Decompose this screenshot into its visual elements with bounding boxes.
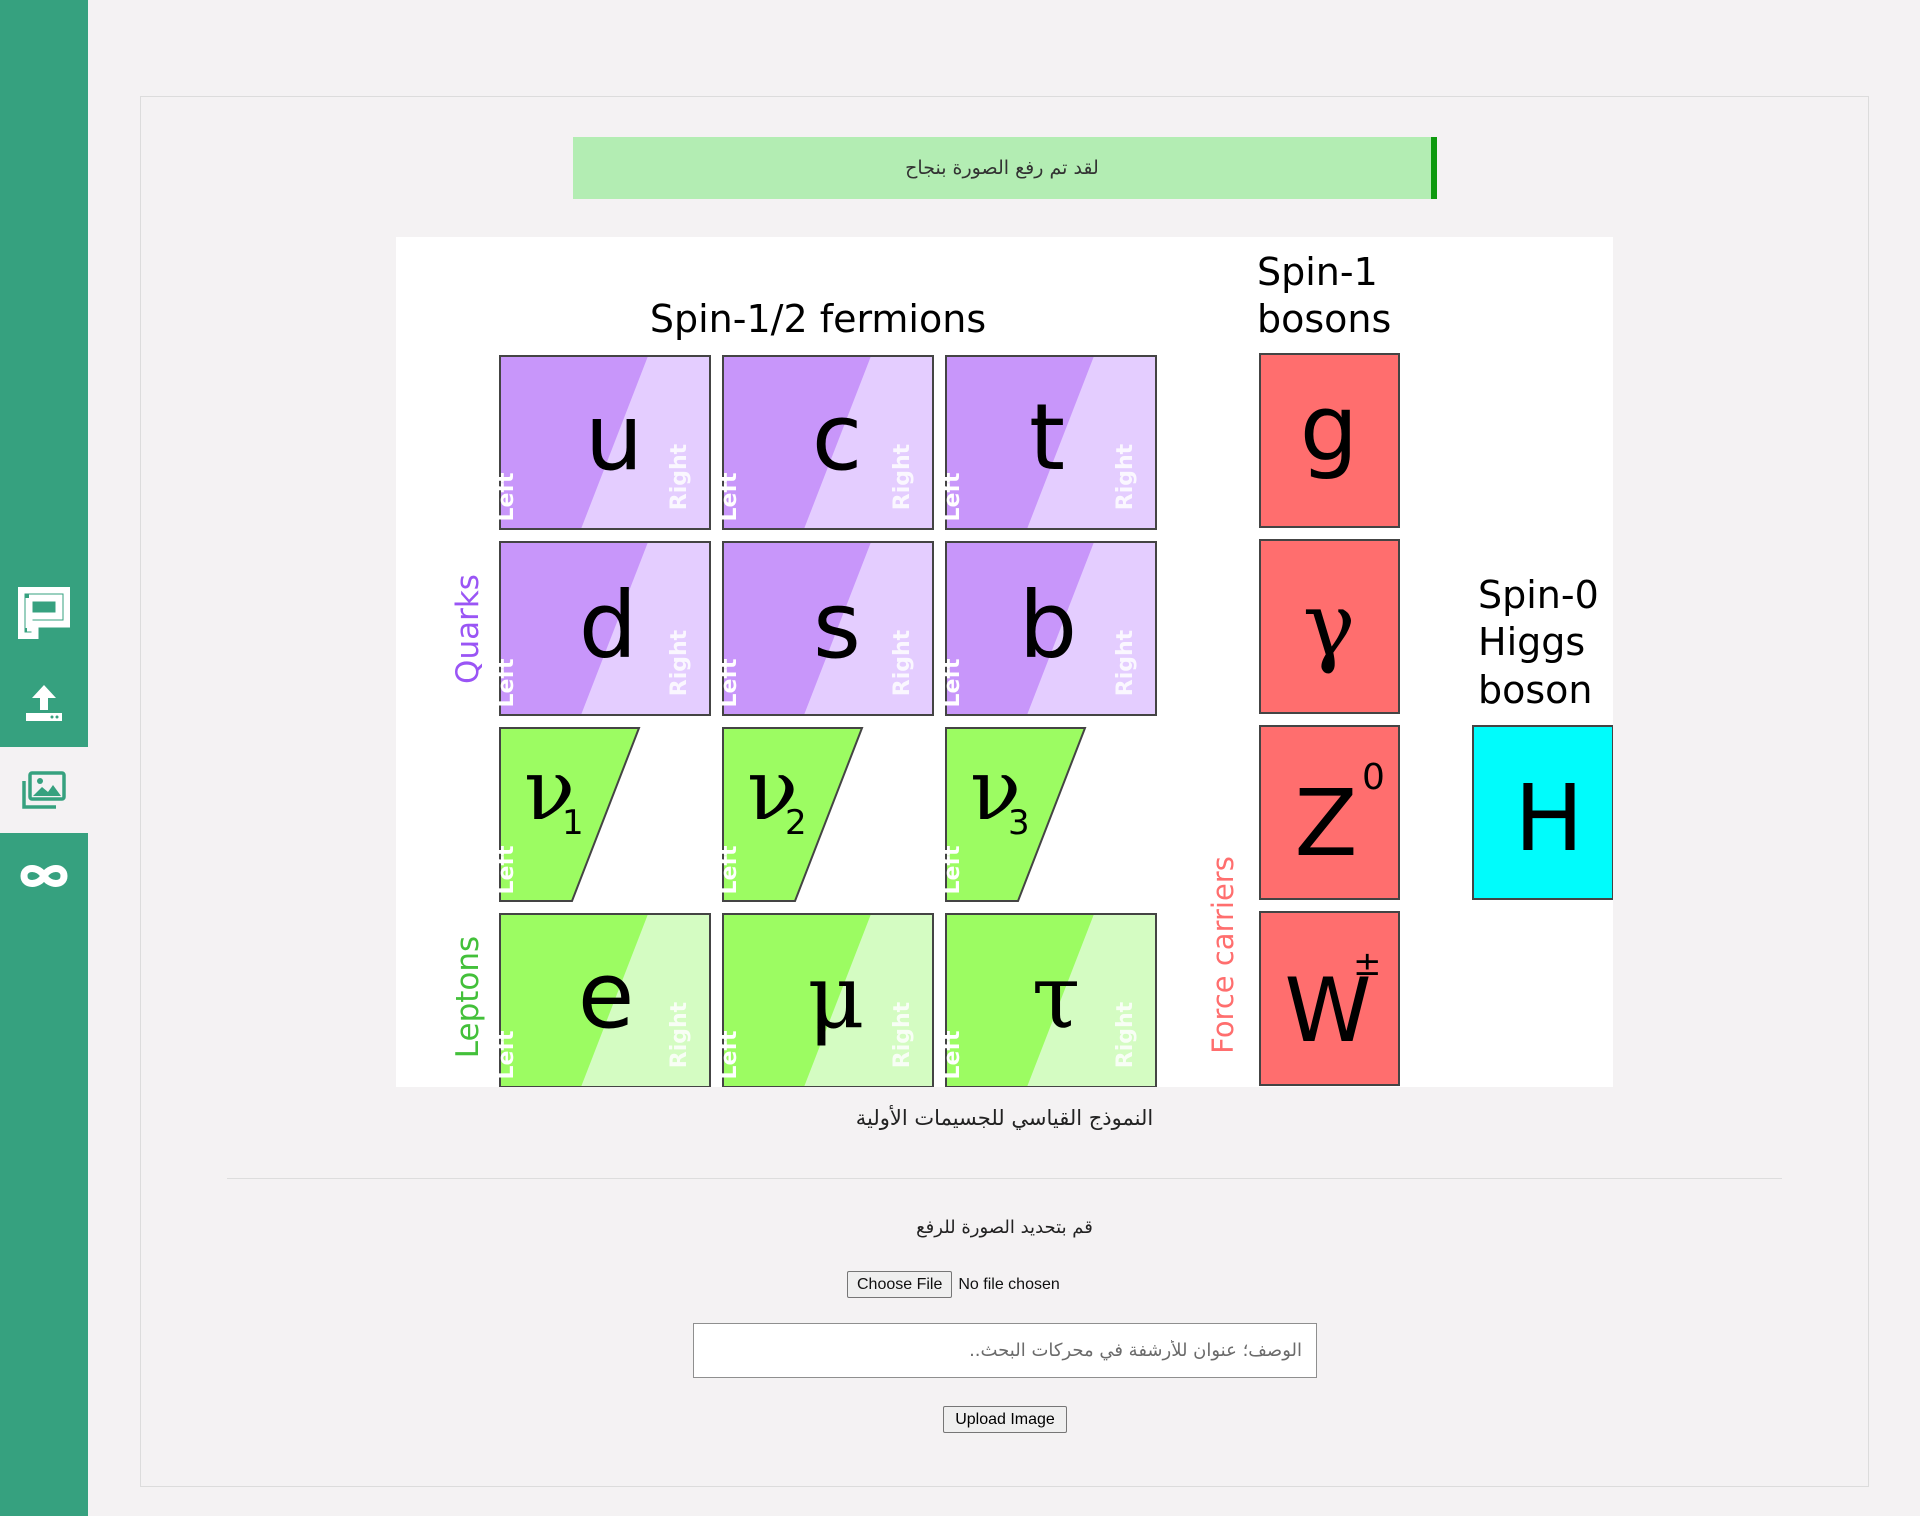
boson-z-superscript: 0: [1362, 757, 1385, 798]
right-label: Right: [890, 1001, 915, 1068]
lepton-mu-cell: Left Right μ: [717, 913, 934, 1087]
left-label: Left: [940, 658, 965, 708]
boson-z-cell: Z 0: [1259, 725, 1400, 900]
boson-w-cell: W ±: [1259, 911, 1400, 1086]
lepton-e-cell: Left Right e: [494, 913, 711, 1087]
success-alert: لقد تم رفع الصورة بنجاح: [573, 137, 1437, 199]
right-label: Right: [1113, 1001, 1138, 1068]
boson-gamma-symbol: γ: [1303, 573, 1356, 676]
boson-gamma-cell: γ: [1259, 539, 1400, 714]
quark-t-symbol: t: [1029, 384, 1065, 491]
neutrino-1-subscript: 1: [562, 803, 584, 843]
quark-u-cell: Left Right u: [494, 355, 711, 530]
neutrino-3-cell: Left ν 3: [940, 727, 1087, 902]
lepton-mu-symbol: μ: [807, 945, 864, 1048]
left-label: Left: [717, 845, 742, 895]
boson-g-cell: g: [1259, 353, 1400, 528]
right-label: Right: [667, 629, 692, 696]
leptons-label: Leptons: [450, 936, 486, 1058]
logo-icon[interactable]: [0, 570, 88, 656]
upload-image-button[interactable]: Upload Image: [943, 1406, 1067, 1433]
bosons-title-line1: Spin-1: [1257, 250, 1378, 294]
standard-model-image: Spin-1/2 fermions Spin-1 bosons Spin-0 H…: [396, 237, 1613, 1087]
left-label: Left: [494, 1030, 519, 1080]
left-label: Left: [717, 1030, 742, 1080]
alert-message: لقد تم رفع الصورة بنجاح: [905, 157, 1099, 179]
left-label: Left: [940, 472, 965, 522]
quark-s-symbol: s: [813, 572, 861, 679]
quark-d-cell: Left Right d: [494, 541, 711, 716]
lepton-tau-symbol: τ: [1032, 945, 1081, 1048]
lepton-e-symbol: e: [578, 942, 635, 1049]
upload-instruction: قم بتحديد الصورة للرفع: [916, 1217, 1093, 1238]
neutrino-2-cell: Left ν 2: [717, 727, 864, 902]
bosons-title-line2: bosons: [1257, 297, 1391, 341]
higgs-title-line2: Higgs: [1478, 620, 1585, 664]
boson-g-symbol: g: [1300, 375, 1358, 482]
neutrino-2-subscript: 2: [785, 803, 807, 843]
higgs-cell: H: [1472, 725, 1613, 900]
left-label: Left: [940, 845, 965, 895]
right-label: Right: [890, 629, 915, 696]
upload-icon[interactable]: [0, 660, 88, 746]
right-label: Right: [667, 1001, 692, 1068]
left-label: Left: [940, 1030, 965, 1080]
sidebar: [0, 0, 88, 1516]
quark-d-symbol: d: [579, 572, 637, 679]
neutrino-3-subscript: 3: [1008, 803, 1030, 843]
quark-s-cell: Left Right s: [717, 541, 934, 716]
boson-z-symbol: Z: [1294, 770, 1357, 877]
file-input[interactable]: Choose File No file chosen: [847, 1271, 1060, 1298]
right-label: Right: [890, 443, 915, 510]
left-label: Left: [717, 658, 742, 708]
left-label: Left: [494, 472, 519, 522]
higgs-symbol: H: [1514, 765, 1583, 872]
file-status: No file chosen: [958, 1275, 1060, 1293]
right-label: Right: [1113, 443, 1138, 510]
neutrino-1-cell: Left ν 1: [494, 727, 641, 902]
gallery-icon[interactable]: [0, 747, 88, 833]
infinity-icon[interactable]: [0, 833, 88, 919]
lepton-tau-cell: Left Right τ: [940, 913, 1157, 1087]
quark-b-symbol: b: [1019, 572, 1077, 679]
image-caption: النموذج القياسي للجسيمات الأولية: [855, 1106, 1154, 1130]
left-label: Left: [494, 658, 519, 708]
quark-c-cell: Left Right c: [717, 355, 934, 530]
divider: [227, 1178, 1782, 1179]
description-input[interactable]: [693, 1323, 1317, 1378]
quark-c-symbol: c: [812, 384, 863, 491]
right-label: Right: [667, 443, 692, 510]
right-label: Right: [1113, 629, 1138, 696]
force-carriers-label: Force carriers: [1206, 856, 1240, 1054]
higgs-title-line3: boson: [1478, 668, 1593, 712]
quark-u-symbol: u: [585, 384, 643, 491]
fermions-title: Spin-1/2 fermions: [650, 297, 986, 341]
quarks-label: Quarks: [450, 574, 486, 684]
quark-b-cell: Left Right b: [940, 541, 1157, 716]
higgs-title-line1: Spin-0: [1478, 573, 1599, 617]
boson-w-superscript: ±: [1353, 944, 1382, 984]
choose-file-button[interactable]: Choose File: [847, 1271, 953, 1298]
left-label: Left: [494, 845, 519, 895]
quark-t-cell: Left Right t: [940, 355, 1157, 530]
left-label: Left: [717, 472, 742, 522]
